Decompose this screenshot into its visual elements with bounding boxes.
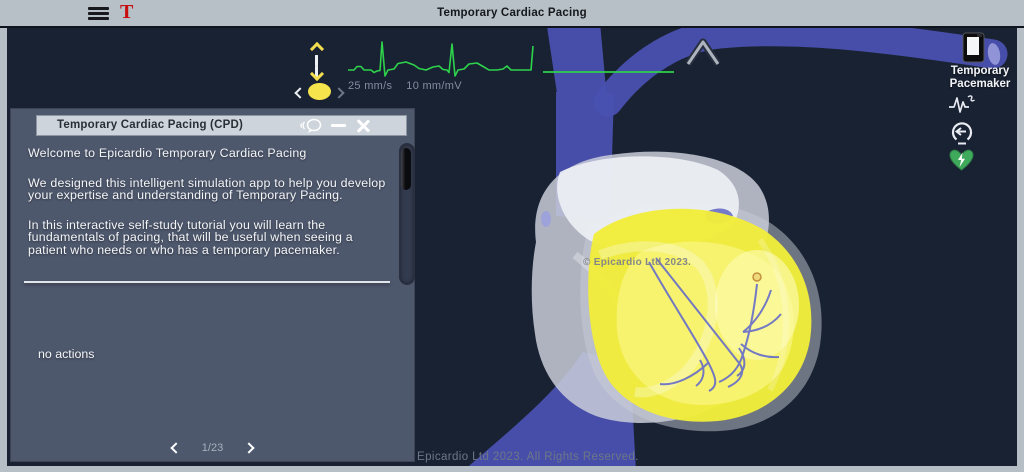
ecg-speed-label: 25 mm/s xyxy=(348,80,393,92)
dialog-pagination: 1/23 xyxy=(11,442,414,454)
close-icon[interactable] xyxy=(355,116,371,135)
dialog-paragraph: We designed this intelligent simulation … xyxy=(28,175,386,203)
dialog-title: Temporary Cardiac Pacing (CPD) xyxy=(57,119,244,131)
dialog-paragraph: Welcome to Epicardio Temporary Cardiac P… xyxy=(28,146,307,160)
step-right-chevron-icon[interactable] xyxy=(333,87,345,99)
prev-page-chevron-icon[interactable] xyxy=(170,442,182,454)
window-title: Temporary Cardiac Pacing xyxy=(437,7,587,19)
rate-up-chevron-icon[interactable] xyxy=(309,41,325,57)
step-left-chevron-icon[interactable] xyxy=(294,87,306,99)
rate-gauge-icon[interactable] xyxy=(948,121,976,146)
actions-status-text: no actions xyxy=(38,347,95,361)
dialog-divider xyxy=(24,281,390,283)
rate-down-chevron-icon[interactable] xyxy=(309,66,325,82)
dialog-body-text: Welcome to Epicardio Temporary Cardiac P… xyxy=(28,147,394,274)
app-window: T Temporary Cardiac Pacing © Epicardio L… xyxy=(0,0,1024,472)
top-bar: T Temporary Cardiac Pacing xyxy=(0,0,1024,28)
dialog-title-bar[interactable]: Temporary Cardiac Pacing (CPD) xyxy=(36,115,407,136)
minimize-icon[interactable] xyxy=(331,116,346,135)
dialog-paragraph: In this interactive self-study tutorial … xyxy=(28,217,353,257)
pause-icon[interactable] xyxy=(315,55,326,77)
next-page-chevron-icon[interactable] xyxy=(243,442,255,454)
vena-cava-vessel xyxy=(593,28,1008,117)
tutorial-dialog: Temporary Cardiac Pacing (CPD) Welcome t… xyxy=(10,108,415,462)
simulation-viewport[interactable]: © Epicardio Ltd 2023. Epicardio Ltd 2023… xyxy=(7,28,1017,466)
defibrillator-heart-icon[interactable] xyxy=(948,148,975,172)
scene-watermark: © Epicardio Ltd 2023. xyxy=(583,257,692,268)
dialog-scrollbar-track[interactable] xyxy=(399,143,415,285)
temporary-pacemaker-device-icon[interactable] xyxy=(961,31,987,64)
ecg-monitor-icon[interactable] xyxy=(948,94,976,114)
ecg-scale-labels: 25 mm/s 10 mm/mV xyxy=(348,80,476,92)
dialog-scrollbar-thumb[interactable] xyxy=(401,148,411,190)
pacemaker-label: Temporary Pacemaker xyxy=(949,65,1011,90)
ecg-gain-label: 10 mm/mV xyxy=(406,80,462,92)
copyright-footer: Epicardio Ltd 2023. All Rights Reserved. xyxy=(417,451,639,463)
page-indicator: 1/23 xyxy=(201,442,224,454)
narration-audio-icon[interactable] xyxy=(300,116,322,135)
playhead-knob[interactable] xyxy=(308,83,331,100)
